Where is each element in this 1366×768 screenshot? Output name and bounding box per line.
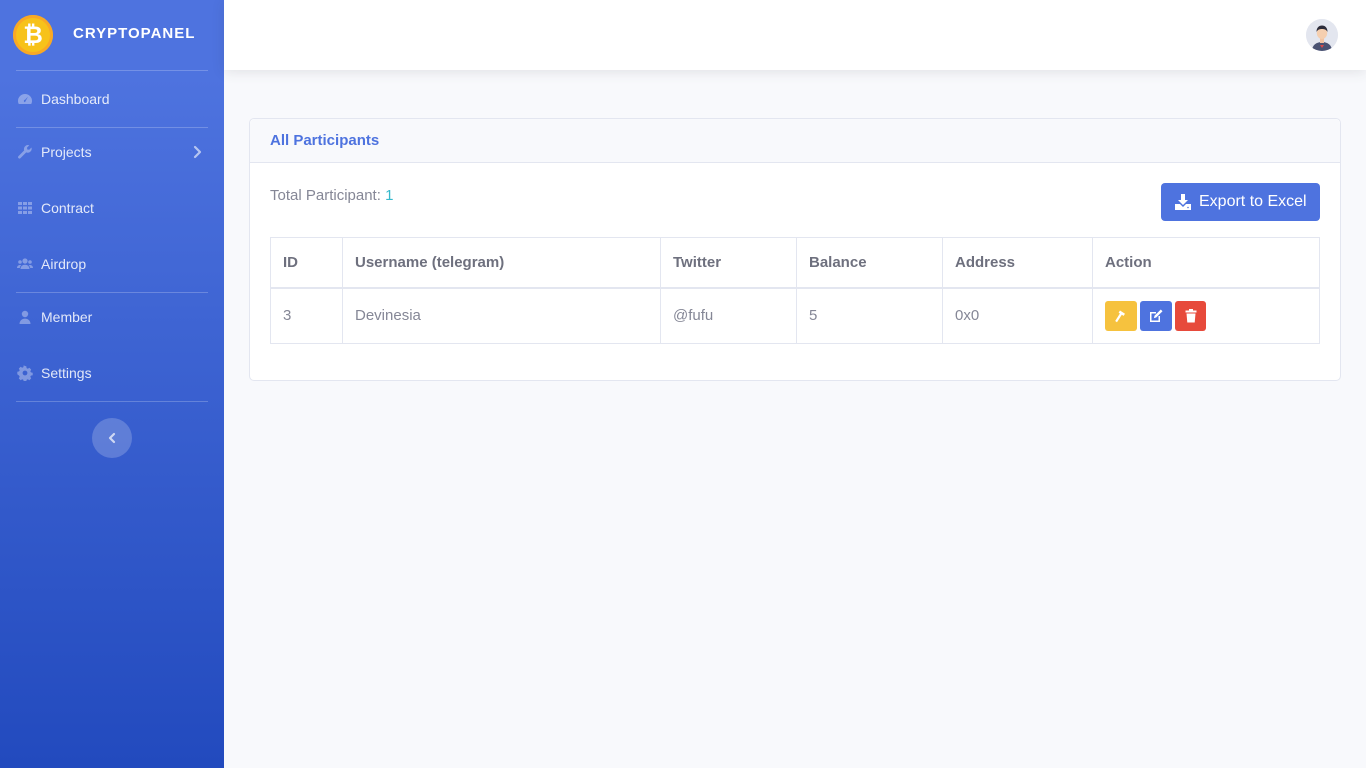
column-header-action: Action — [1092, 237, 1320, 289]
sidebar-item-contract[interactable]: Contract — [0, 188, 224, 228]
brand[interactable]: ₿ CRYPTOPANEL — [0, 0, 224, 70]
table-row: 3 Devinesia @fufu 5 0x0 — [270, 287, 1320, 344]
sidebar-item-member[interactable]: Member — [0, 297, 224, 337]
sidebar-toggle-button[interactable] — [92, 418, 132, 458]
participants-card: All Participants Total Participant: 1 Ex… — [249, 118, 1341, 381]
cell-twitter: @fufu — [660, 287, 797, 344]
topbar — [224, 0, 1366, 70]
sidebar-item-label: Dashboard — [41, 91, 110, 107]
user-avatar[interactable] — [1306, 19, 1338, 51]
total-label: Total Participant: — [270, 187, 386, 204]
sidebar-item-airdrop[interactable]: Airdrop — [0, 244, 224, 284]
gear-icon — [17, 365, 33, 382]
card-header: All Participants — [250, 119, 1340, 163]
brand-name: CRYPTOPANEL — [73, 25, 196, 42]
sidebar-item-label: Settings — [41, 365, 92, 381]
sidebar-item-label: Contract — [41, 200, 94, 216]
tachometer-icon — [17, 91, 33, 107]
delete-button[interactable] — [1175, 300, 1206, 331]
sidebar-item-settings[interactable]: Settings — [0, 353, 224, 393]
wrench-icon — [17, 144, 33, 160]
sidebar-divider — [16, 401, 208, 402]
total-participant: Total Participant: 1 — [270, 187, 393, 204]
grid-icon — [17, 200, 33, 216]
cell-id: 3 — [270, 287, 343, 344]
chevron-right-icon — [192, 144, 204, 160]
sidebar-divider — [16, 292, 208, 293]
cell-username: Devinesia — [342, 287, 661, 344]
sidebar-item-dashboard[interactable]: Dashboard — [0, 79, 224, 119]
cell-address: 0x0 — [942, 287, 1093, 344]
bitcoin-symbol: ₿ — [23, 21, 43, 49]
sidebar-divider — [16, 127, 208, 128]
chevron-left-icon — [108, 432, 116, 444]
user-icon — [17, 309, 33, 325]
cell-balance: 5 — [796, 287, 943, 344]
column-header-username: Username (telegram) — [342, 237, 661, 289]
total-count: 1 — [385, 187, 394, 204]
column-header-balance: Balance — [796, 237, 943, 289]
export-excel-button[interactable]: Export to Excel — [1161, 183, 1320, 221]
hammer-button[interactable] — [1105, 300, 1137, 331]
column-header-twitter: Twitter — [660, 237, 797, 289]
edit-button[interactable] — [1140, 300, 1172, 331]
column-header-address: Address — [942, 237, 1093, 289]
bitcoin-icon: ₿ — [13, 15, 53, 55]
participants-table: ID Username (telegram) Twitter Balance A… — [270, 237, 1320, 344]
sidebar: ₿ CRYPTOPANEL Dashboard Projects Contrac… — [0, 0, 224, 768]
sidebar-item-projects[interactable]: Projects — [0, 132, 224, 172]
cell-actions — [1092, 287, 1320, 344]
table-header-row: ID Username (telegram) Twitter Balance A… — [270, 237, 1320, 289]
sidebar-item-label: Airdrop — [41, 256, 87, 272]
export-label: Export to Excel — [1199, 193, 1307, 210]
card-title: All Participants — [270, 132, 380, 149]
edit-icon — [1150, 309, 1163, 322]
users-icon — [17, 256, 33, 272]
sidebar-divider — [16, 70, 208, 71]
sidebar-item-label: Projects — [41, 144, 92, 160]
download-icon — [1175, 194, 1191, 210]
column-header-id: ID — [270, 237, 343, 289]
hammer-icon — [1115, 310, 1125, 323]
sidebar-item-label: Member — [41, 309, 93, 325]
trash-icon — [1185, 308, 1197, 323]
